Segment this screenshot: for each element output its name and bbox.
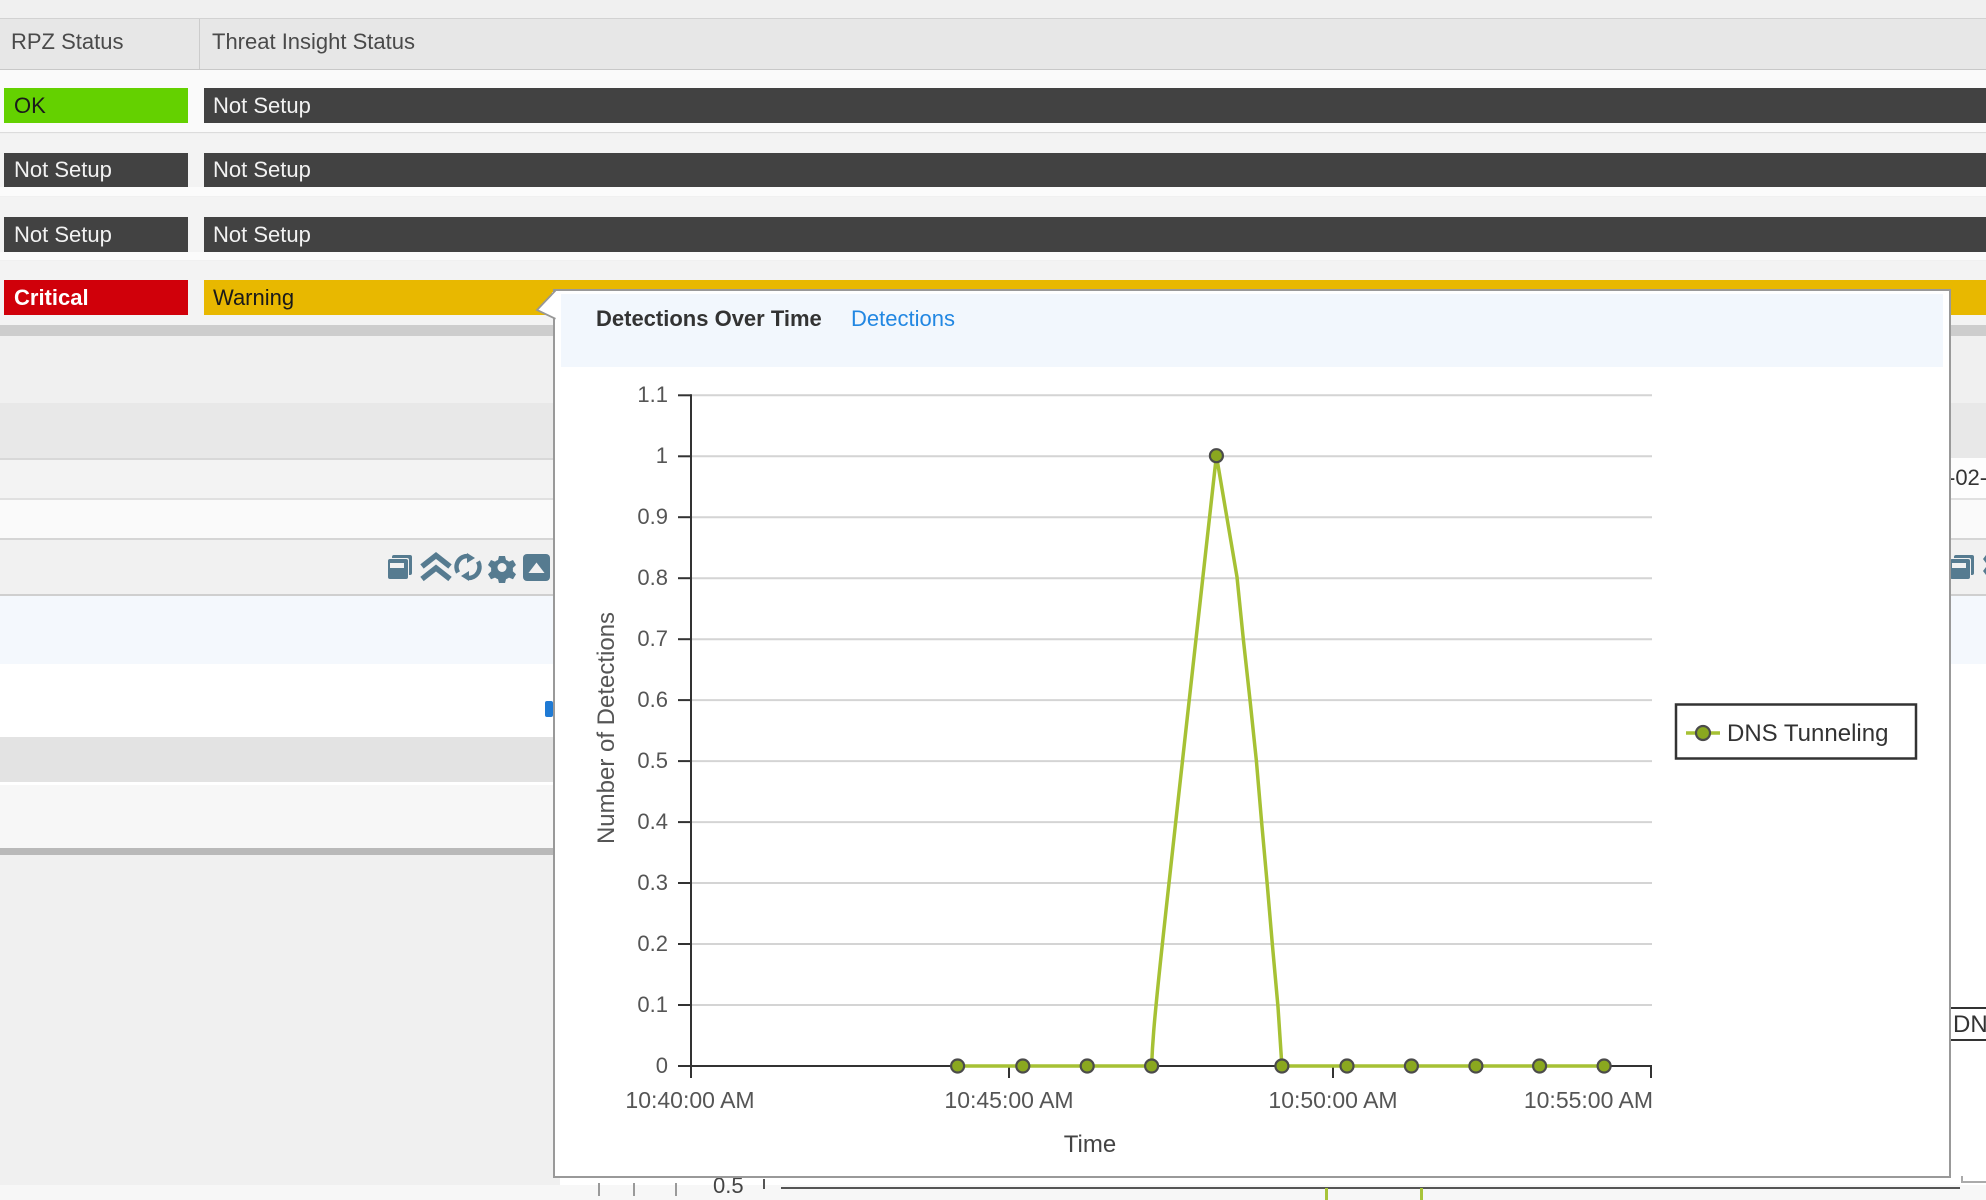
svg-text:0.9: 0.9 <box>637 504 668 529</box>
svg-text:0.3: 0.3 <box>637 870 668 895</box>
svg-text:Time: Time <box>1064 1131 1116 1158</box>
svg-text:0.2: 0.2 <box>637 931 668 956</box>
svg-text:0.1: 0.1 <box>637 992 668 1017</box>
svg-text:0.8: 0.8 <box>637 565 668 590</box>
svg-text:10:40:00 AM: 10:40:00 AM <box>625 1087 754 1113</box>
svg-text:0.7: 0.7 <box>637 626 668 651</box>
svg-text:Number of Detections: Number of Detections <box>593 612 620 844</box>
svg-text:1: 1 <box>656 443 668 468</box>
svg-text:0: 0 <box>656 1053 668 1078</box>
svg-text:0.4: 0.4 <box>637 809 668 834</box>
svg-text:10:50:00 AM: 10:50:00 AM <box>1268 1087 1397 1113</box>
svg-text:0.5: 0.5 <box>637 748 668 773</box>
svg-text:10:55:00 AM: 10:55:00 AM <box>1524 1087 1653 1113</box>
svg-text:DNS Tunneling: DNS Tunneling <box>1727 720 1888 747</box>
svg-text:0.6: 0.6 <box>637 687 668 712</box>
svg-text:10:45:00 AM: 10:45:00 AM <box>944 1087 1073 1113</box>
svg-text:1.1: 1.1 <box>637 382 668 407</box>
